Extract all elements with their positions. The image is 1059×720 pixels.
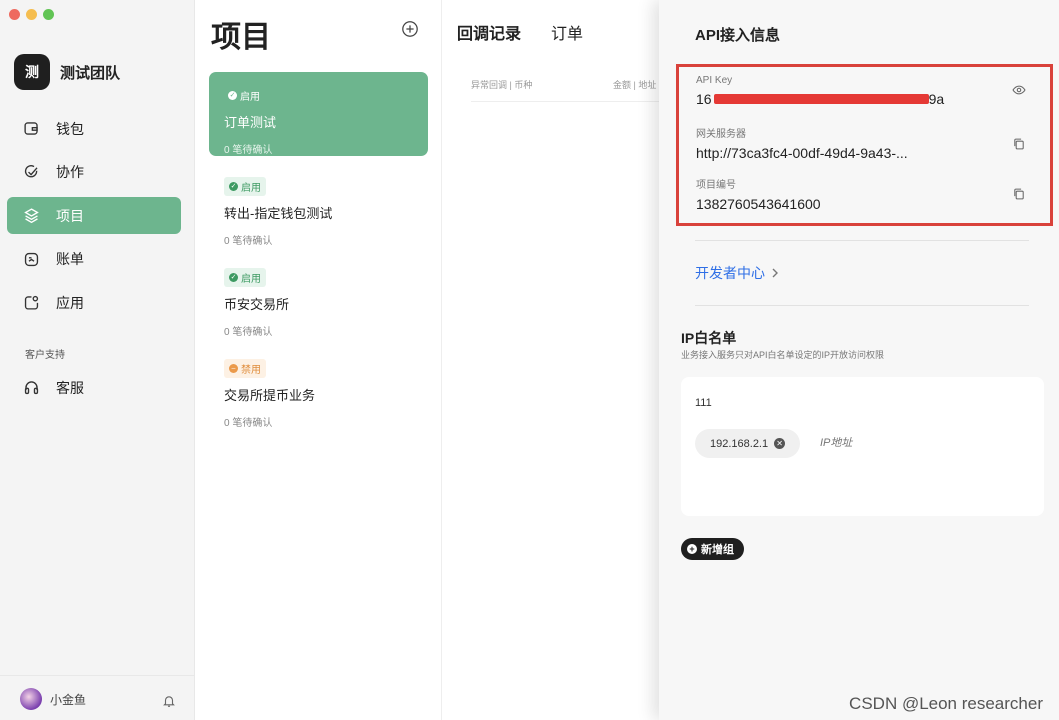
eye-icon[interactable] <box>1012 83 1026 97</box>
project-pending-count: 0 笔待确认 <box>224 326 273 338</box>
api-key-label: API Key <box>696 75 733 86</box>
add-project-button[interactable] <box>401 20 419 38</box>
project-card[interactable]: ✓ 启用 币安交易所 0 笔待确认 <box>209 254 428 338</box>
project-pending-count: 0 笔待确认 <box>224 144 273 156</box>
check-icon: ✓ <box>229 272 238 282</box>
page-title: 项目 <box>211 21 271 54</box>
sidebar-divider <box>0 675 195 676</box>
sidebar-item-label: 客服 <box>56 379 84 396</box>
divider <box>695 305 1029 306</box>
wallet-icon <box>24 122 38 135</box>
sidebar: 测 测试团队 钱包 协作 项目 账单 应用 客户支持 客服 小金鱼 <box>0 0 195 720</box>
remove-ip-button[interactable]: ✕ <box>774 438 786 449</box>
copy-icon[interactable] <box>1012 137 1026 151</box>
ip-whitelist-title: IP白名单 <box>681 330 737 346</box>
api-key-value: 16 9a <box>696 91 945 107</box>
api-key-row: API Key 16 9a <box>696 75 1036 107</box>
gateway-value: http://73ca3fc4-00df-49d4-9a43-... <box>696 145 908 161</box>
bill-icon <box>24 252 39 266</box>
watermark: CSDN @Leon researcher <box>849 694 1043 713</box>
gateway-label: 网关服务器 <box>696 129 746 140</box>
headset-icon <box>24 381 39 395</box>
ip-chip-label: 192.168.2.1 <box>710 437 769 450</box>
support-nav: 客服 <box>7 369 181 413</box>
check-circle-icon <box>24 164 38 177</box>
add-group-label: 新增组 <box>701 544 734 556</box>
sidebar-item-bills[interactable]: 账单 <box>7 241 181 278</box>
window-controls <box>9 9 54 20</box>
divider <box>695 240 1029 241</box>
team-name: 测试团队 <box>60 64 121 82</box>
project-number-value: 1382760543641600 <box>696 196 821 212</box>
project-card[interactable]: – 禁用 交易所提币业务 0 笔待确认 <box>209 345 428 429</box>
minimize-window-button[interactable] <box>26 9 37 20</box>
tab-bar: 回调记录 订单 <box>457 20 583 44</box>
ip-group-card: 111 192.168.2.1 ✕ <box>681 377 1044 516</box>
avatar <box>20 688 42 710</box>
project-name: 订单测试 <box>224 114 277 130</box>
api-credentials-highlight: API Key 16 9a 网关服务器 http://73ca3fc4-00df-… <box>676 64 1053 226</box>
developer-center-label: 开发者中心 <box>695 265 765 281</box>
team-switcher[interactable]: 测 测试团队 <box>14 54 120 90</box>
user-profile[interactable]: 小金鱼 <box>20 688 86 710</box>
status-badge: ✓ 启用 <box>228 90 260 103</box>
support-section-label: 客户支持 <box>25 350 65 361</box>
tab-callback-records[interactable]: 回调记录 <box>457 20 521 44</box>
project-card[interactable]: ✓ 启用 转出-指定钱包测试 0 笔待确认 <box>209 163 428 247</box>
layers-icon <box>24 208 39 224</box>
column-header-right: 金额 | 地址 <box>613 80 657 90</box>
project-list: ✓ 启用 订单测试 0 笔待确认 ✓ 启用 转出-指定钱包测试 0 笔待确认 ✓ 启用… <box>209 72 428 436</box>
sidebar-item-collaboration[interactable]: 协作 <box>7 154 181 191</box>
project-number-row: 项目编号 1382760543641600 <box>696 176 1036 212</box>
sidebar-item-label: 应用 <box>56 294 84 311</box>
add-group-button[interactable]: + 新增组 <box>681 538 744 560</box>
sidebar-nav: 钱包 协作 项目 账单 应用 <box>7 110 181 328</box>
ip-chip: 192.168.2.1 ✕ <box>695 429 801 458</box>
project-name: 交易所提币业务 <box>224 388 316 403</box>
project-name: 币安交易所 <box>224 296 290 312</box>
ip-whitelist-description: 业务接入服务只对API白名单设定的IP开放访问权限 <box>681 350 885 360</box>
maximize-window-button[interactable] <box>43 9 54 20</box>
ip-group-name: 111 <box>695 397 712 409</box>
project-number-label: 项目编号 <box>696 180 736 191</box>
close-window-button[interactable] <box>9 9 20 20</box>
project-card[interactable]: ✓ 启用 订单测试 0 笔待确认 <box>209 72 428 156</box>
sidebar-item-customer-service[interactable]: 客服 <box>7 369 181 406</box>
plus-icon: + <box>687 544 697 554</box>
status-badge: ✓ 启用 <box>224 267 266 287</box>
sidebar-item-label: 账单 <box>56 251 84 267</box>
sidebar-item-label: 钱包 <box>56 120 84 137</box>
gateway-row: 网关服务器 http://73ca3fc4-00df-49d4-9a43-... <box>696 125 1036 161</box>
status-badge: – 禁用 <box>224 359 266 378</box>
check-icon: ✓ <box>229 181 238 191</box>
project-name: 转出-指定钱包测试 <box>224 205 333 221</box>
chevron-right-icon <box>772 268 778 278</box>
projects-panel: 项目 ✓ 启用 订单测试 0 笔待确认 ✓ 启用 转出-指定钱包测试 0 笔待确认 … <box>195 0 442 720</box>
column-header-left: 异常回调 | 币种 <box>471 80 533 90</box>
team-avatar: 测 <box>14 54 50 90</box>
sidebar-item-label: 协作 <box>56 164 84 180</box>
bell-icon[interactable] <box>162 694 176 708</box>
copy-icon[interactable] <box>1012 187 1026 201</box>
app-icon <box>24 295 39 310</box>
records-panel: 回调记录 订单 异常回调 | 币种 金额 | 地址 <box>442 0 659 720</box>
disabled-icon: – <box>229 364 238 373</box>
redaction-mark <box>713 94 929 105</box>
drawer-title: API接入信息 <box>695 27 781 44</box>
table-header: 异常回调 | 币种 金额 | 地址 <box>471 78 661 91</box>
user-name: 小金鱼 <box>50 692 87 707</box>
sidebar-item-apps[interactable]: 应用 <box>7 284 181 321</box>
project-pending-count: 0 笔待确认 <box>224 418 273 429</box>
sidebar-item-projects[interactable]: 项目 <box>7 197 181 234</box>
ip-address-input[interactable] <box>820 437 940 449</box>
project-pending-count: 0 笔待确认 <box>224 235 273 247</box>
table-divider <box>471 101 659 102</box>
check-icon: ✓ <box>228 90 237 100</box>
api-info-drawer: API接入信息 API Key 16 9a 网关服务器 http://73ca3f… <box>659 0 1059 720</box>
developer-center-link[interactable]: 开发者中心 <box>695 263 779 283</box>
status-badge: ✓ 启用 <box>224 176 266 196</box>
sidebar-item-label: 项目 <box>56 207 84 224</box>
sidebar-item-wallet[interactable]: 钱包 <box>7 110 181 147</box>
tab-orders[interactable]: 订单 <box>551 20 583 44</box>
